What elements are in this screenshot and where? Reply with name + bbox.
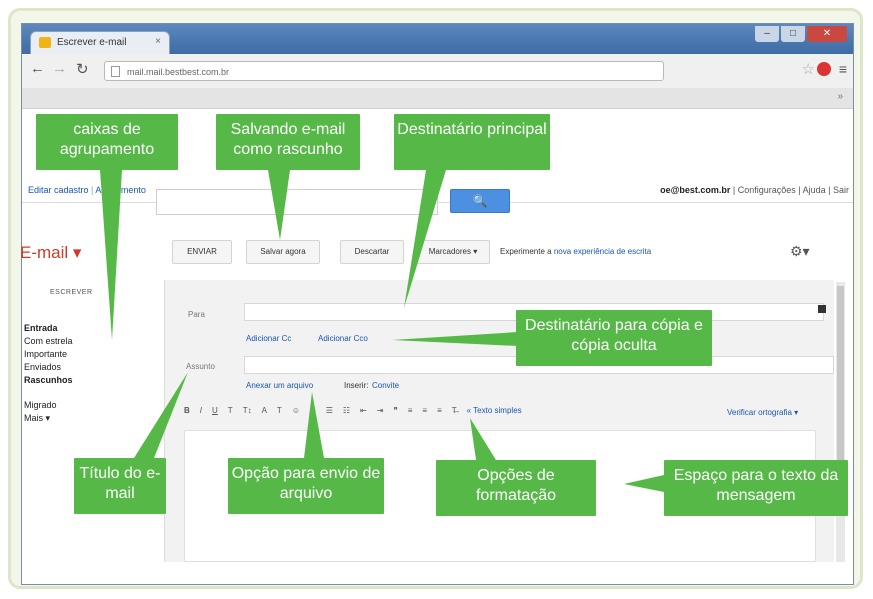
pointer-draft <box>268 170 290 240</box>
callout-format: Opções de formatação <box>436 460 596 516</box>
pointer-subject <box>134 372 188 458</box>
pointer-format <box>470 418 496 460</box>
pointer-recipient <box>404 170 446 308</box>
pointer-cc-bcc <box>392 332 518 346</box>
callout-recipient: Destinatário principal <box>394 114 550 170</box>
callout-draft: Salvando e-mail como rascunho <box>216 114 360 170</box>
callout-groupings: caixas de agrupamento <box>36 114 178 170</box>
callout-message: Espaço para o texto da mensagem <box>664 460 848 516</box>
callout-subject: Título do e-mail <box>74 458 166 514</box>
pointer-groupings <box>100 170 122 340</box>
pointer-attach <box>304 392 324 458</box>
callout-cc-bcc: Destinatário para cópia e cópia oculta <box>516 310 712 366</box>
callout-attach: Opção para envio de arquivo <box>228 458 384 514</box>
pointer-message <box>624 475 664 492</box>
